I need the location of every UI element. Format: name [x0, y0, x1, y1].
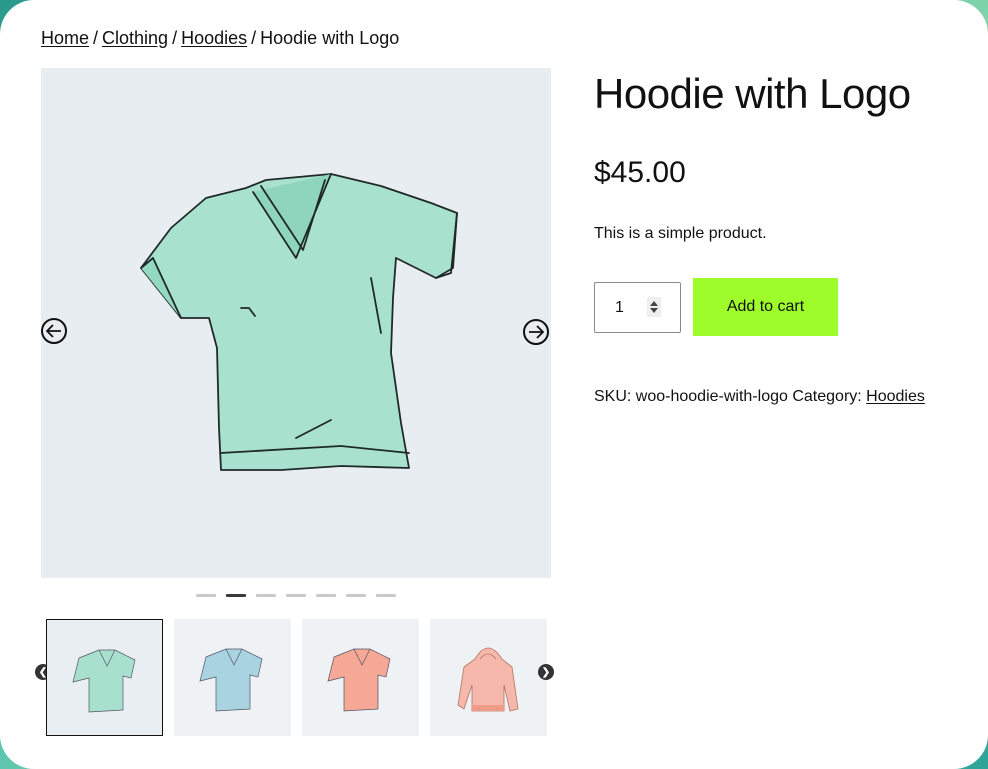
thumbnail-green-vneck-tshirt[interactable]: [46, 619, 163, 736]
thumbnail-blue-vneck-tshirt[interactable]: [174, 619, 291, 736]
gallery-dot[interactable]: [256, 594, 276, 597]
thumbnail-salmon-vneck-tshirt[interactable]: [302, 619, 419, 736]
gallery-dot[interactable]: [346, 594, 366, 597]
product-main-image: [140, 173, 458, 471]
tshirt-icon: [327, 648, 391, 712]
thumbnail-pink-hoodie[interactable]: [430, 619, 547, 736]
breadcrumb-separator: /: [172, 28, 178, 48]
product-short-description: This is a simple product.: [594, 225, 767, 242]
gallery-dot[interactable]: [226, 594, 246, 597]
quantity-spin-buttons[interactable]: [647, 297, 661, 317]
arrow-right-circle-icon: [529, 325, 544, 339]
thumbnails-next-button[interactable]: ❯: [538, 664, 554, 680]
gallery-next-button[interactable]: [523, 319, 549, 345]
arrow-left-circle-icon: [46, 324, 61, 338]
gallery-dot[interactable]: [376, 594, 396, 597]
tshirt-illustration: [140, 173, 458, 471]
sku-label: SKU:: [594, 388, 632, 405]
product-title: Hoodie with Logo: [594, 70, 911, 117]
quantity-stepper[interactable]: [594, 282, 681, 333]
product-price: $45.00: [594, 156, 686, 189]
gallery-prev-button[interactable]: [41, 318, 67, 344]
tshirt-icon: [72, 649, 136, 713]
breadcrumb-clothing[interactable]: Clothing: [102, 28, 168, 48]
gallery-dot[interactable]: [286, 594, 306, 597]
sku-value: woo-hoodie-with-logo: [635, 388, 788, 405]
chevron-right-icon: ❯: [541, 666, 551, 678]
decrement-icon[interactable]: [650, 308, 658, 313]
category-label: Category:: [792, 388, 862, 405]
breadcrumb-separator: /: [251, 28, 257, 48]
add-to-cart-button[interactable]: Add to cart: [693, 278, 838, 336]
product-page: Home / Clothing / Hoodies / Hoodie with Logo ❮: [0, 0, 988, 769]
breadcrumb-separator: /: [93, 28, 99, 48]
thumbnail-strip: [46, 619, 547, 736]
category-link[interactable]: Hoodies: [866, 388, 925, 405]
breadcrumb-hoodies[interactable]: Hoodies: [181, 28, 247, 48]
product-meta: SKU: woo-hoodie-with-logo Category: Hood…: [594, 387, 925, 407]
quantity-input[interactable]: [595, 283, 655, 332]
hoodie-icon: [457, 647, 519, 712]
gallery-dot[interactable]: [196, 594, 216, 597]
increment-icon[interactable]: [650, 301, 658, 306]
breadcrumb-current: Hoodie with Logo: [260, 28, 400, 48]
gallery-dot[interactable]: [316, 594, 336, 597]
product-image-gallery[interactable]: [41, 68, 551, 578]
breadcrumb-home[interactable]: Home: [41, 28, 89, 48]
gallery-pagination: [196, 594, 396, 597]
tshirt-icon: [199, 648, 263, 712]
breadcrumb: Home / Clothing / Hoodies / Hoodie with Logo: [41, 27, 399, 49]
